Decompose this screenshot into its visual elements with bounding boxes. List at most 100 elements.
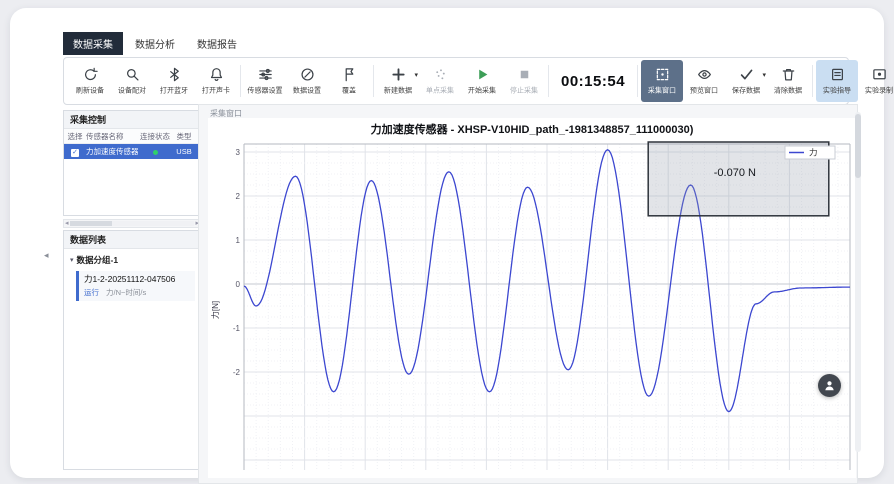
- open-soundcard-button[interactable]: 打开声卡: [195, 60, 237, 102]
- toolbar-group: 采集窗口预览窗口▾保存数据清除数据: [641, 59, 809, 103]
- col-type: 类型: [172, 131, 196, 142]
- floating-assistant-button[interactable]: [818, 374, 841, 397]
- scrollbar-thumb[interactable]: [70, 221, 112, 226]
- legend-label: 力: [809, 148, 818, 158]
- app-window: 数据采集 数据分析 数据报告 刷新设备 设备配对打开蓝牙打开声卡 传感器设置数据设置…: [10, 8, 884, 478]
- check-icon: ✓: [72, 149, 78, 156]
- col-connection-status: 连接状态: [138, 131, 172, 142]
- experiment-record-icon: [872, 67, 887, 82]
- toolbar-group: 实验指导实验录制公式计算: [816, 59, 894, 103]
- main-tab-bar: 数据采集 数据分析 数据报告: [63, 32, 247, 55]
- sensor-type: USB: [172, 147, 196, 156]
- new-data-icon: [391, 67, 406, 82]
- overwrite-icon: [342, 67, 357, 82]
- single-point-capture-button[interactable]: 单点采集: [419, 60, 461, 102]
- scrollbar-track[interactable]: [70, 221, 195, 226]
- experiment-record-button[interactable]: 实验录制: [858, 60, 894, 102]
- tree-expand-icon[interactable]: ▾: [70, 256, 74, 264]
- data-settings-button[interactable]: 数据设置: [286, 60, 328, 102]
- open-soundcard-label: 打开声卡: [202, 85, 230, 95]
- capture-window-label: 采集窗口: [648, 85, 676, 95]
- sensor-settings-label: 传感器设置: [247, 85, 282, 95]
- person-icon: [823, 379, 836, 392]
- refresh-devices-button[interactable]: 刷新设备: [69, 60, 111, 102]
- tab-data-analysis[interactable]: 数据分析: [125, 32, 185, 55]
- refresh-devices-icon: [83, 67, 98, 82]
- col-sensor-name: 传感器名称: [86, 131, 138, 142]
- status-dot: [153, 150, 158, 155]
- capture-window-icon: [655, 67, 670, 82]
- save-data-label: 保存数据: [732, 85, 760, 95]
- preview-window-button[interactable]: 预览窗口: [683, 60, 725, 102]
- dropdown-caret-icon: ▾: [763, 71, 767, 79]
- pair-device-button[interactable]: 设备配对: [111, 60, 153, 102]
- save-data-icon: [739, 67, 754, 82]
- y-tick-label: -1: [233, 324, 241, 333]
- toolbar-separator: [637, 65, 638, 97]
- toolbar-group: 刷新设备 设备配对打开蓝牙打开声卡: [69, 59, 237, 103]
- single-point-capture-label: 单点采集: [426, 85, 454, 95]
- pair-device-icon: [125, 67, 140, 82]
- data-settings-icon: [300, 67, 315, 82]
- toolbar-separator: [812, 65, 813, 97]
- stop-capture-button[interactable]: 停止采集: [503, 60, 545, 102]
- horizontal-scrollbar[interactable]: ◂ ▸: [63, 219, 201, 228]
- toolbar: 刷新设备设备配对打开蓝牙打开声卡传感器设置数据设置覆盖▾新建数据单点采集开始采集…: [63, 57, 849, 105]
- sensor-settings-button[interactable]: 传感器设置: [244, 60, 286, 102]
- open-bluetooth-icon: [167, 67, 182, 82]
- sensor-table-header: 选择 传感器名称 连接状态 类型: [64, 129, 200, 144]
- clear-data-icon: [781, 67, 796, 82]
- y-tick-label: 0: [236, 280, 241, 289]
- pair-device-label: 设备配对: [118, 85, 146, 95]
- tab-data-acquisition[interactable]: 数据采集: [63, 32, 123, 55]
- save-data-button[interactable]: ▾保存数据: [725, 60, 767, 102]
- toolbar-separator: [373, 65, 374, 97]
- overwrite-label: 覆盖: [342, 85, 356, 95]
- overwrite-button[interactable]: 覆盖: [328, 60, 370, 102]
- toolbar-group: ▾新建数据单点采集开始采集停止采集: [377, 59, 545, 103]
- capture-window-button[interactable]: 采集窗口: [641, 60, 683, 102]
- start-capture-button[interactable]: 开始采集: [461, 60, 503, 102]
- y-axis-label: 力[N]: [210, 301, 220, 319]
- panel-collapse-icon[interactable]: ◂: [44, 250, 49, 261]
- dropdown-caret-icon: ▾: [414, 71, 418, 79]
- y-tick-label: 1: [236, 236, 241, 245]
- vertical-scrollbar[interactable]: [855, 112, 861, 452]
- start-capture-label: 开始采集: [468, 85, 496, 95]
- data-group-node[interactable]: ▾ 数据分组-1: [64, 249, 200, 269]
- single-point-capture-icon: [433, 67, 448, 82]
- preview-window-icon: [697, 67, 712, 82]
- collect-control-title: 采集控制: [64, 111, 200, 129]
- vertical-scrollbar-thumb[interactable]: [855, 114, 861, 178]
- data-list-item[interactable]: 力1-2-20251112-047506 运行 力/N~时间/s: [76, 271, 195, 301]
- stop-capture-label: 停止采集: [510, 85, 538, 95]
- data-item-detail: 力/N~时间/s: [106, 287, 146, 298]
- data-list-panel: 数据列表 ▾ 数据分组-1 力1-2-20251112-047506 运行 力/…: [63, 230, 201, 470]
- data-item-status: 运行: [84, 287, 99, 298]
- clear-data-button[interactable]: 清除数据: [767, 60, 809, 102]
- y-tick-label: 2: [236, 192, 241, 201]
- waveform-chart[interactable]: -0.070 N力3210-1-2力[N]: [208, 140, 856, 470]
- tab-data-report[interactable]: 数据报告: [187, 32, 247, 55]
- experiment-guide-label: 实验指导: [823, 85, 851, 95]
- chart-title: 力加速度传感器 - XHSP-V10HID_path_-1981348857_1…: [208, 118, 856, 140]
- experiment-guide-button[interactable]: 实验指导: [816, 60, 858, 102]
- y-tick-label: 3: [236, 148, 241, 157]
- open-soundcard-icon: [209, 67, 224, 82]
- new-data-button[interactable]: ▾新建数据: [377, 60, 419, 102]
- preview-window-label: 预览窗口: [690, 85, 718, 95]
- toolbar-group: 传感器设置数据设置覆盖: [244, 59, 370, 103]
- sensor-table-row[interactable]: ✓ 力加速度传感器 USB: [64, 144, 200, 159]
- refresh-devices-label: 刷新设备: [76, 85, 104, 95]
- start-capture-icon: [475, 67, 490, 82]
- data-list-title: 数据列表: [64, 231, 200, 249]
- collect-control-panel: 采集控制 选择 传感器名称 连接状态 类型 ✓ 力加速度传感器 USB: [63, 110, 201, 216]
- new-data-label: 新建数据: [384, 85, 412, 95]
- clear-data-label: 清除数据: [774, 85, 802, 95]
- annotation-value: -0.070 N: [714, 167, 756, 179]
- sensor-checkbox[interactable]: ✓: [71, 149, 79, 157]
- toolbar-separator: [240, 65, 241, 97]
- experiment-guide-icon: [830, 67, 845, 82]
- open-bluetooth-button[interactable]: 打开蓝牙: [153, 60, 195, 102]
- stop-capture-icon: [517, 67, 532, 82]
